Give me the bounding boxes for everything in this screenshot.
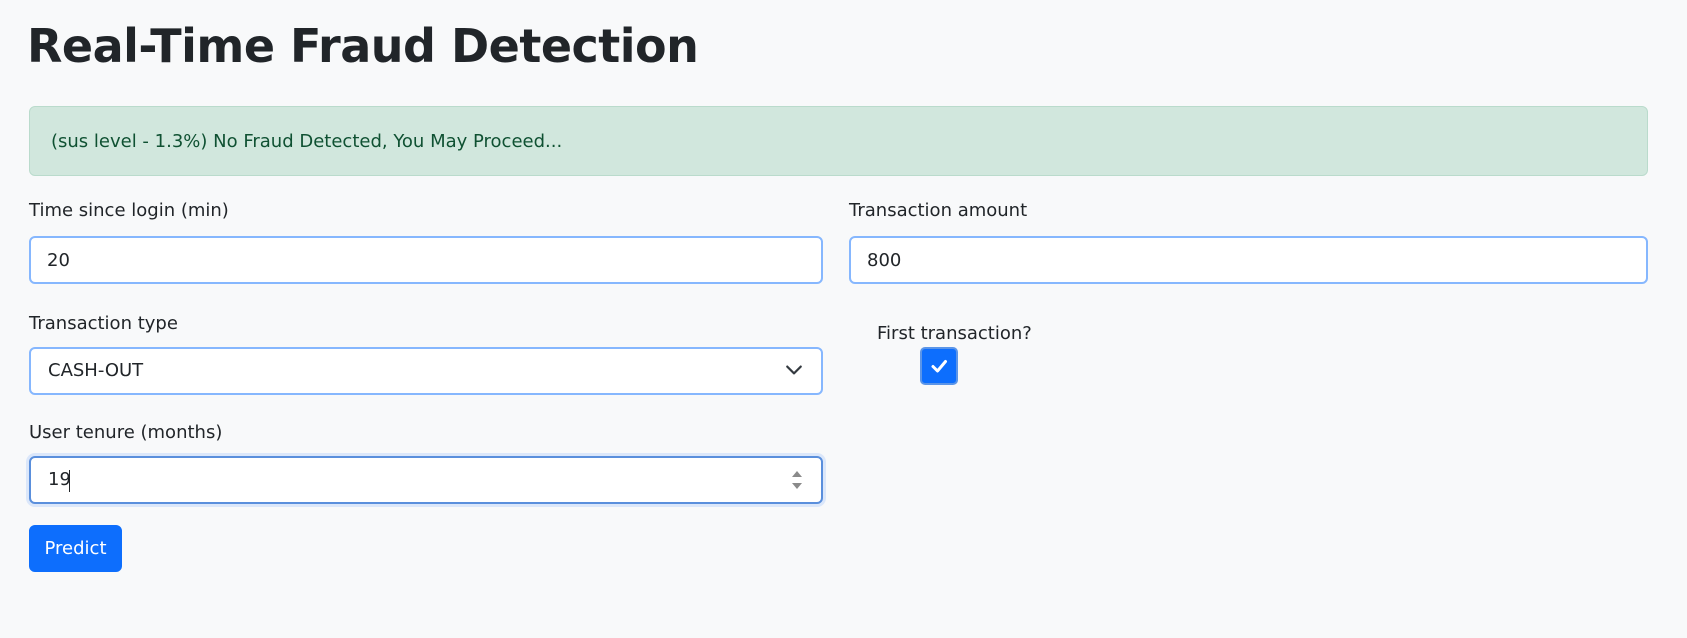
prediction-alert: (sus level - 1.3%) No Fraud Detected, Yo… bbox=[29, 106, 1648, 176]
transaction-amount-label: Transaction amount bbox=[849, 200, 1028, 221]
text-cursor bbox=[69, 470, 70, 492]
page-title: Real-Time Fraud Detection bbox=[27, 19, 699, 73]
time-since-login-input[interactable] bbox=[29, 236, 823, 284]
transaction-type-label: Transaction type bbox=[29, 313, 178, 334]
user-tenure-value: 19 bbox=[48, 469, 71, 490]
first-transaction-checkbox[interactable] bbox=[920, 347, 958, 385]
chevron-down-icon bbox=[786, 365, 802, 375]
user-tenure-input[interactable]: 19 bbox=[29, 456, 823, 504]
fraud-detection-page: Real-Time Fraud Detection (sus level - 1… bbox=[0, 0, 1687, 638]
transaction-type-select[interactable]: CASH-OUT bbox=[29, 347, 823, 395]
number-stepper-icon[interactable] bbox=[791, 468, 803, 492]
transaction-amount-input[interactable] bbox=[849, 236, 1648, 284]
user-tenure-label: User tenure (months) bbox=[29, 422, 223, 443]
transaction-type-selected-value: CASH-OUT bbox=[48, 360, 144, 381]
time-since-login-label: Time since login (min) bbox=[29, 200, 229, 221]
predict-button[interactable]: Predict bbox=[29, 525, 122, 572]
checkmark-icon bbox=[931, 360, 947, 373]
first-transaction-label: First transaction? bbox=[877, 323, 1032, 344]
